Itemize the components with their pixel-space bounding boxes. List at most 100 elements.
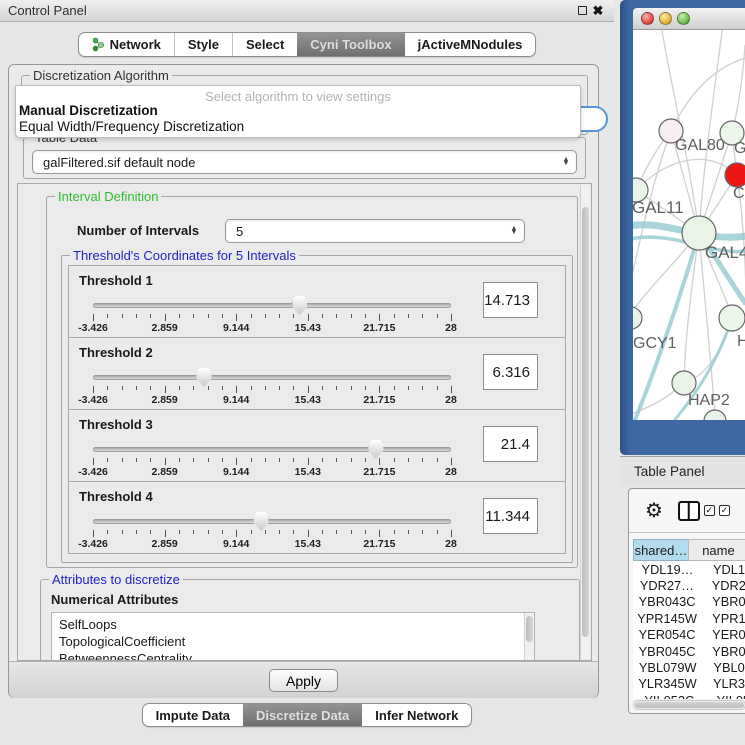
slider-tick xyxy=(308,530,309,537)
slider-tick xyxy=(150,314,151,318)
gear-icon[interactable]: ⚙ xyxy=(645,501,663,521)
column-header-shared[interactable]: shared… xyxy=(633,539,689,561)
slider-tick-label: 2.859 xyxy=(151,394,177,406)
tab-select[interactable]: Select xyxy=(232,33,297,56)
slider-tick-label: 2.859 xyxy=(151,466,177,478)
slider-thumb[interactable] xyxy=(254,512,269,531)
column-header-name[interactable]: name xyxy=(688,539,745,561)
slider-tick-label: 21.715 xyxy=(363,466,395,478)
attributes-group: Attributes to discretize Numerical Attri… xyxy=(40,579,580,661)
slider-thumb[interactable] xyxy=(196,368,211,387)
algorithm-option-equal-width-frequency-discretization[interactable]: Equal Width/Frequency Discretization xyxy=(16,119,580,135)
tab-jactivemnodules[interactable]: jActiveMNodules xyxy=(405,33,536,56)
top-tabs: NetworkStyle Select Cyni ToolboxjActiveMNo… xyxy=(0,32,614,57)
table-row[interactable]: YBR045CYBR04 xyxy=(633,643,745,659)
slider-tick xyxy=(150,386,151,390)
list-scrollbar[interactable] xyxy=(524,613,534,661)
slider-tick xyxy=(322,386,323,390)
threshold-row: Threshold 2-3.4262.8599.14415.4321.71528… xyxy=(68,337,566,410)
scrollbar-thumb[interactable] xyxy=(526,616,533,642)
tab-discretize-data[interactable]: Discretize Data xyxy=(243,704,362,726)
network-icon xyxy=(92,37,104,52)
float-window-icon[interactable] xyxy=(574,3,590,19)
attribute-item-betweennesscentrality[interactable]: BetweennessCentrality xyxy=(52,650,534,661)
table-row[interactable]: YDL19…YDL19 xyxy=(633,561,745,577)
threshold-slider[interactable]: -3.4262.8599.14415.4321.71528 xyxy=(93,368,451,408)
checkbox-checked-icon[interactable]: ✓ xyxy=(719,505,730,516)
split-view-icon[interactable] xyxy=(678,501,700,521)
table-horizontal-scrollbar[interactable] xyxy=(633,700,745,710)
table-row[interactable]: YER054CYER05 xyxy=(633,627,745,643)
cell-name: YBR04 xyxy=(701,594,745,609)
cell-shared-name: YIL052C xyxy=(633,693,706,699)
slider-tick-label: 15.43 xyxy=(295,322,321,334)
tab-infer-network[interactable]: Infer Network xyxy=(362,704,471,726)
slider-tick xyxy=(351,314,352,318)
slider-tick-label: 2.859 xyxy=(151,538,177,550)
scrollbar-thumb[interactable] xyxy=(582,207,589,637)
slider-tick xyxy=(93,386,94,393)
table-row[interactable]: YIL052CYIL05 xyxy=(633,692,745,699)
table-row[interactable]: YBR043CYBR04 xyxy=(633,594,745,610)
scrollbar-thumb[interactable] xyxy=(635,702,744,708)
slider-tick xyxy=(336,386,337,390)
slider-thumb[interactable] xyxy=(292,296,307,315)
slider-tick xyxy=(193,314,194,318)
threshold-slider[interactable]: -3.4262.8599.14415.4321.71528 xyxy=(93,296,451,336)
group-title: Attributes to discretize xyxy=(49,572,183,587)
threshold-1-value-field[interactable]: 14.713 xyxy=(483,282,538,318)
threshold-row: Threshold 3 -3.4262.8599.14415.4321.71528… xyxy=(68,409,566,482)
slider-tick xyxy=(451,386,452,393)
minimize-traffic-light[interactable] xyxy=(659,12,672,25)
tab-cyni-toolbox[interactable]: Cyni Toolbox xyxy=(297,33,404,56)
tab-style[interactable]: Style xyxy=(174,33,232,56)
slider-tick-label: 28 xyxy=(445,538,457,550)
network-node-c-selected[interactable] xyxy=(725,163,745,187)
panel-scrollbar[interactable] xyxy=(580,185,590,659)
slider-tick xyxy=(208,458,209,462)
checkbox-checked-icon[interactable]: ✓ xyxy=(704,505,715,516)
threshold-label: Threshold 3 xyxy=(79,417,153,432)
network-node-h[interactable] xyxy=(719,305,745,331)
threshold-3-value-field[interactable]: 21.4 xyxy=(483,426,538,462)
zoom-traffic-light[interactable] xyxy=(677,12,690,25)
tab-label: Impute Data xyxy=(156,708,230,723)
slider-tick xyxy=(150,458,151,462)
slider-tick xyxy=(293,458,294,462)
table-row[interactable]: YBL079WYBL07 xyxy=(633,659,745,675)
table-data-select[interactable]: galFiltered.sif default node ▲▼ xyxy=(32,150,577,174)
apply-button[interactable]: Apply xyxy=(269,669,338,692)
slider-thumb[interactable] xyxy=(368,440,383,459)
slider-tick xyxy=(394,458,395,462)
close-icon[interactable]: ✖ xyxy=(590,3,606,19)
slider-tick xyxy=(208,314,209,318)
cell-name: YDL19 xyxy=(702,562,745,577)
tab-network[interactable]: Network xyxy=(79,33,174,56)
network-canvas[interactable]: GAL80GACGAL11GAL4GCY1HHAP2 xyxy=(633,30,745,420)
threshold-slider[interactable]: -3.4262.8599.14415.4321.71528 xyxy=(93,440,451,480)
slider-tick xyxy=(179,530,180,534)
algorithm-option-manual-discretization[interactable]: Manual Discretization xyxy=(16,103,580,119)
table-row[interactable]: YDR27…YDR27 xyxy=(633,577,745,593)
slider-tick-label: 15.43 xyxy=(295,394,321,406)
threshold-4-value-field[interactable]: 11.344 xyxy=(483,498,538,534)
slider-tick xyxy=(322,314,323,318)
tab-label: Select xyxy=(246,37,284,52)
close-traffic-light[interactable] xyxy=(641,12,654,25)
table-row[interactable]: YLR345WYLR34 xyxy=(633,676,745,692)
slider-tick xyxy=(408,530,409,534)
threshold-slider[interactable]: -3.4262.8599.14415.4321.71528 xyxy=(93,512,451,552)
slider-tick xyxy=(379,314,380,321)
number-of-intervals-select[interactable]: 5 ▲▼ xyxy=(225,219,525,243)
tab-impute-data[interactable]: Impute Data xyxy=(143,704,243,726)
slider-tick-label: 21.715 xyxy=(363,394,395,406)
network-node-partial-bottom[interactable] xyxy=(704,410,726,420)
threshold-2-value-field[interactable]: 6.316 xyxy=(483,354,538,390)
network-node-gcy1[interactable] xyxy=(633,307,642,329)
table-row[interactable]: YPR145WYPR14 xyxy=(633,610,745,626)
attribute-item-selfloops[interactable]: SelfLoops xyxy=(52,616,534,633)
attribute-item-topologicalcoefficient[interactable]: TopologicalCoefficient xyxy=(52,633,534,650)
cell-name: YPR14 xyxy=(701,611,745,626)
slider-tick xyxy=(365,314,366,318)
slider-tick xyxy=(236,458,237,465)
